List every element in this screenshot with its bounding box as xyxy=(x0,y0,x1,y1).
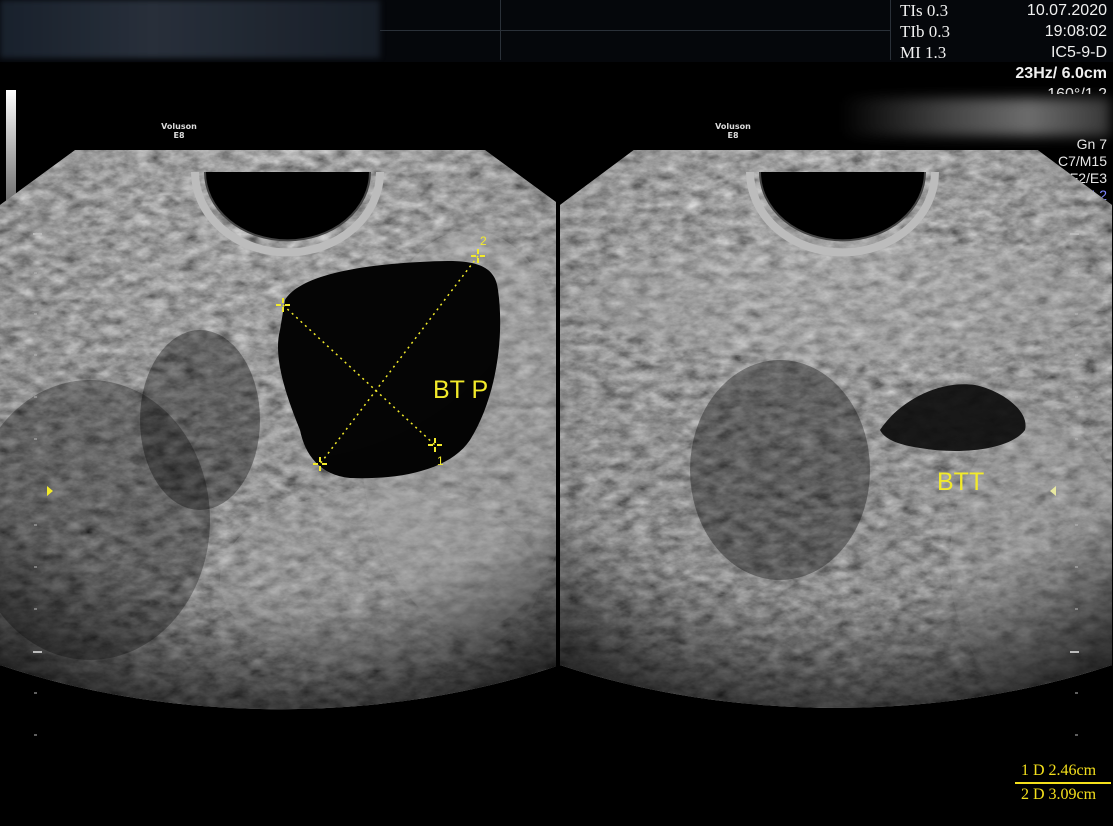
measurement-results: 1 D 2.46cm 2 D 3.09cm xyxy=(1015,760,1111,806)
annotation-bt-p: BT P xyxy=(433,376,489,404)
measurement-2: 2 D 3.09cm xyxy=(1015,783,1111,806)
annotation-btt: BTT xyxy=(937,468,985,496)
caliper-label-1: 1 xyxy=(437,454,444,468)
ultrasound-images: 1 2 xyxy=(0,150,1112,736)
measurement-1: 1 D 2.46cm xyxy=(1015,760,1111,783)
caliper-label-2: 2 xyxy=(480,234,487,248)
